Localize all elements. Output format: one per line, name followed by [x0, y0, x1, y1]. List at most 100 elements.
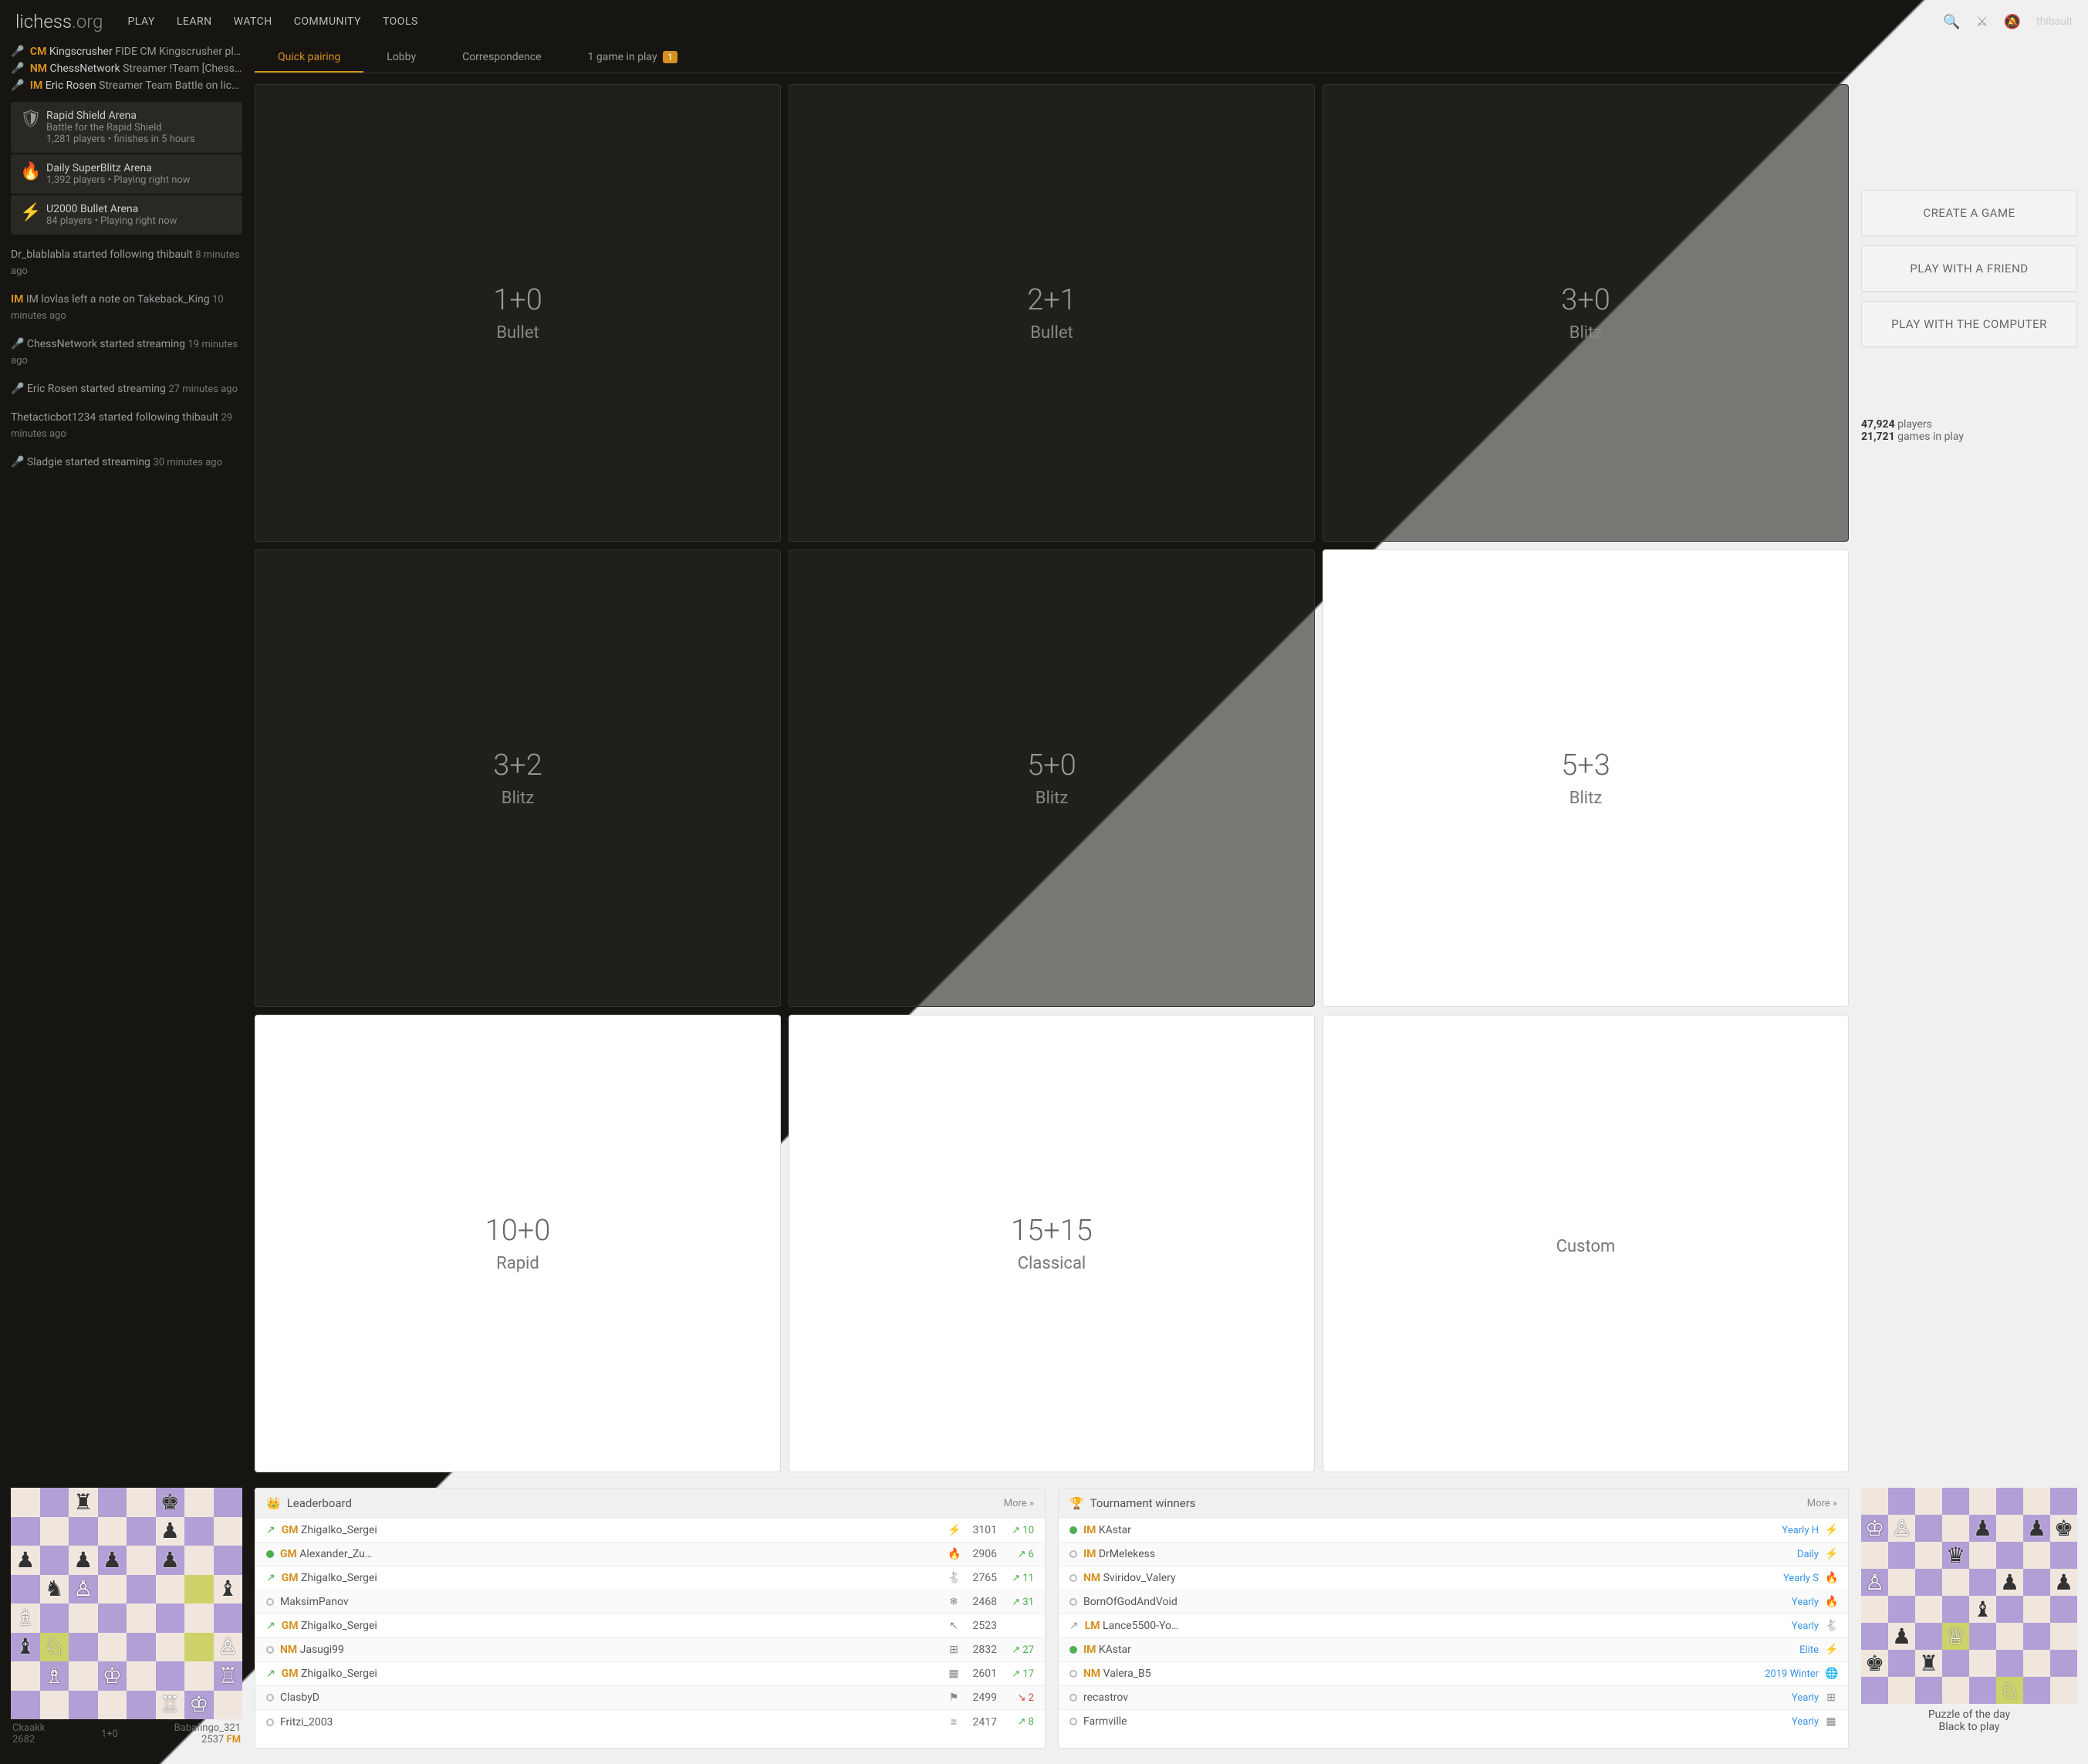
pairing-option[interactable]: 1+0Bullet	[255, 84, 781, 542]
leaderboard-row[interactable]: NM Jasugi99 ⊞ 2832 ↗ 27	[255, 1637, 1045, 1661]
status-dot	[266, 1646, 274, 1654]
site-stats: 47,924 players 21,721 games in play	[1861, 418, 2077, 443]
perf-icon: 🐇	[1825, 1620, 1837, 1632]
board-square	[11, 1488, 40, 1517]
status-dot	[1069, 1694, 1077, 1701]
winner-row[interactable]: recastrov Yearly ⊞	[1059, 1685, 1848, 1709]
challenge-icon[interactable]: ⚔	[1976, 14, 1988, 30]
pairing-option[interactable]: 5+3Blitz	[1323, 549, 1849, 1007]
pairing-option[interactable]: Custom	[1323, 1015, 1849, 1472]
pairing-option[interactable]: 15+15Classical	[789, 1015, 1315, 1472]
site-logo[interactable]: lichess.org	[15, 11, 103, 32]
nav-tools[interactable]: TOOLS	[383, 15, 418, 28]
board-square	[2050, 1650, 2077, 1677]
tab-correspondence[interactable]: Correspondence	[439, 43, 564, 73]
timeline-item[interactable]: IM IM lovlas left a note on Takeback_Kin…	[11, 286, 242, 330]
arena-card[interactable]: 🛡 Rapid Shield Arena Battle for the Rapi…	[11, 102, 242, 153]
winner-row[interactable]: IM KAstar Yearly H ⚡	[1059, 1518, 1848, 1542]
streamer-item[interactable]: 🎤 NM ChessNetwork Streamer !Team [Chess…	[11, 60, 242, 77]
board-square	[1888, 1569, 1915, 1596]
board-square	[127, 1661, 156, 1691]
leaderboard-row[interactable]: MaksimPanov ❄ 2468 ↗ 31	[255, 1590, 1045, 1614]
board-square	[11, 1517, 40, 1546]
board-square	[2023, 1569, 2050, 1596]
winner-row[interactable]: ↗ LM Lance5500-Yo… Yearly 🐇	[1059, 1614, 1848, 1637]
leaderboard-row[interactable]: ↗ GM Zhigalko_Sergei ▦ 2601 ↗ 17	[255, 1661, 1045, 1685]
winner-row[interactable]: IM KAstar Elite ⚡	[1059, 1637, 1848, 1661]
board-square	[127, 1575, 156, 1604]
nav-community[interactable]: COMMUNITY	[294, 15, 361, 28]
leaderboard-row[interactable]: ↗ GM Zhigalko_Sergei ⚡ 3101 ↗ 10	[255, 1518, 1045, 1542]
winner-row[interactable]: BornOfGodAndVoid Yearly 🔥	[1059, 1590, 1848, 1614]
search-icon[interactable]: 🔍	[1943, 14, 1960, 30]
timeline-item[interactable]: Dr_blablabla started following thibault …	[11, 241, 242, 286]
nav-play[interactable]: PLAY	[127, 15, 154, 28]
perf-icon: 🐇	[948, 1572, 960, 1584]
winner-row[interactable]: NM Sviridov_Valery Yearly S 🔥	[1059, 1566, 1848, 1590]
nav-watch[interactable]: WATCH	[234, 15, 272, 28]
board-square	[1915, 1623, 1942, 1650]
board-square	[156, 1661, 185, 1691]
pairing-option[interactable]: 3+0Blitz	[1323, 84, 1849, 542]
board-square: ♚	[1861, 1650, 1888, 1677]
puzzle-of-day[interactable]: ♔♙♟♟♚♛♙♟♟♝♟♕♚♜♘ Puzzle of the day Black …	[1861, 1488, 2077, 1749]
board-square	[69, 1661, 98, 1691]
board-square	[1888, 1596, 1915, 1623]
board-square	[1969, 1542, 1996, 1569]
board-square: ♙	[214, 1633, 243, 1662]
board-square	[11, 1661, 40, 1691]
timeline-item[interactable]: 🎤 Sladgie started streaming 30 minutes a…	[11, 448, 242, 477]
play-computer-button[interactable]: PLAY WITH THE COMPUTER	[1861, 301, 2077, 347]
board-square: ♚	[156, 1488, 185, 1517]
user-menu[interactable]: thibault	[2036, 15, 2073, 28]
arena-card[interactable]: ⚡ U2000 Bullet Arena 84 players • Playin…	[11, 195, 242, 235]
board-square	[2023, 1623, 2050, 1650]
tab-in-play[interactable]: 1 game in play 1	[565, 43, 701, 73]
notification-icon[interactable]: 🔕	[2004, 14, 2021, 30]
leaderboard-more-link[interactable]: More »	[1004, 1498, 1034, 1509]
board-square	[1861, 1623, 1888, 1650]
tab-lobby[interactable]: Lobby	[363, 43, 439, 73]
board-square	[2050, 1623, 2077, 1650]
board-square: ♜	[69, 1488, 98, 1517]
streamer-item[interactable]: 🎤 CM Kingscrusher FIDE CM Kingscrusher p…	[11, 43, 242, 60]
winners-more-link[interactable]: More »	[1807, 1498, 1837, 1509]
board-square: ♙	[1861, 1569, 1888, 1596]
timeline-item[interactable]: 🎤 ChessNetwork started streaming 19 minu…	[11, 330, 242, 375]
arena-card[interactable]: 🔥 Daily SuperBlitz Arena 1,392 players •…	[11, 154, 242, 194]
board-square: ♘	[1996, 1677, 2023, 1704]
leaderboard-row[interactable]: Fritzi_2003 ≡ 2417 ↗ 8	[255, 1709, 1045, 1734]
winner-row[interactable]: IM DrMelekess Daily ⚡	[1059, 1542, 1848, 1566]
play-friend-button[interactable]: PLAY WITH A FRIEND	[1861, 245, 2077, 292]
chess-piece: ♕	[1942, 1623, 1969, 1650]
winners-title: Tournament winners	[1090, 1496, 1196, 1510]
board-square	[98, 1633, 127, 1662]
timeline-item[interactable]: Thetacticbot1234 started following thiba…	[11, 404, 242, 448]
leaderboard-row[interactable]: ClasbyD ⚑ 2499 ↘ 2	[255, 1685, 1045, 1709]
arena-icon: 🔥	[20, 162, 39, 181]
pairing-option[interactable]: 3+2Blitz	[255, 549, 781, 1007]
leaderboard-row[interactable]: ↗ GM Zhigalko_Sergei ↖ 2523	[255, 1614, 1045, 1637]
leaderboard-row[interactable]: ↗ GM Zhigalko_Sergei 🐇 2765 ↗ 11	[255, 1566, 1045, 1590]
create-game-button[interactable]: CREATE A GAME	[1861, 190, 2077, 236]
board-square: ♙	[1888, 1515, 1915, 1542]
pairing-option[interactable]: 2+1Bullet	[789, 84, 1315, 542]
board-square: ♟	[2050, 1569, 2077, 1596]
board-square	[1888, 1677, 1915, 1704]
streamer-item[interactable]: 🎤 IM Eric Rosen Streamer Team Battle on …	[11, 77, 242, 94]
board-square	[2023, 1488, 2050, 1515]
leaderboard-row[interactable]: GM Alexander_Zu… 🔥 2906 ↗ 6	[255, 1542, 1045, 1566]
perf-icon: ❄	[948, 1596, 960, 1608]
board-square	[1996, 1542, 2023, 1569]
pairing-option[interactable]: 5+0Blitz	[789, 549, 1315, 1007]
tab-quick-pairing[interactable]: Quick pairing	[255, 43, 363, 73]
pairing-option[interactable]: 10+0Rapid	[255, 1015, 781, 1472]
winner-row[interactable]: Farmville Yearly ▦	[1059, 1709, 1848, 1733]
nav-learn[interactable]: LEARN	[177, 15, 212, 28]
tv-game[interactable]: ♜♚♟♟♟♟♟♞♙♝♗♝♘♙♗♔♖♖♔ Ckaakk2682 1+0 Babaf…	[11, 1488, 242, 1749]
board-square	[1996, 1650, 2023, 1677]
timeline-item[interactable]: 🎤 Eric Rosen started streaming 27 minute…	[11, 375, 242, 404]
board-square: ♝	[1969, 1596, 1996, 1623]
winner-row[interactable]: NM Valera_B5 2019 Winter 🌐	[1059, 1661, 1848, 1685]
board-square: ♔	[184, 1691, 214, 1720]
